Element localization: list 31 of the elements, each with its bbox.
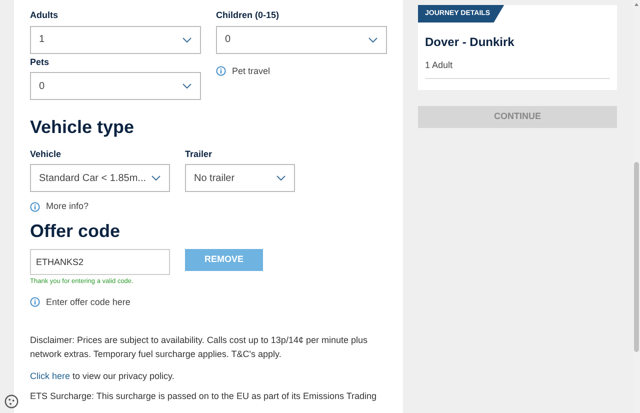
privacy-text: Click here to view our privacy policy. bbox=[30, 370, 176, 383]
chevron-icon bbox=[182, 83, 192, 89]
ets-text: ETS Surcharge: This surcharge is passed on to the EU as part of its Emissions Trading bbox=[30, 390, 378, 403]
info-icon bbox=[30, 297, 40, 308]
chevron-icon bbox=[368, 36, 378, 42]
section-heading: Offer code bbox=[30, 221, 122, 243]
cookie-icon[interactable] bbox=[4, 394, 19, 409]
dropdown[interactable]: No trailer bbox=[185, 164, 295, 192]
privacy-link[interactable]: Click here bbox=[30, 370, 70, 381]
dropdown[interactable]: 1 bbox=[30, 26, 201, 54]
info-link[interactable]: Enter offer code here bbox=[30, 296, 130, 310]
dropdown[interactable]: Standard Car < 1.85m... bbox=[30, 164, 170, 192]
offer-code-field[interactable]: ETHANKS2 bbox=[30, 248, 170, 275]
chevron-icon bbox=[276, 175, 286, 182]
disclaimer-text: Disclaimer: Prices are subject to availability. Calls cost up to 13p/14¢ per minute plus network extras. Temporary fuel surcharge applies. T&C's apply. bbox=[30, 334, 368, 361]
chevron-icon bbox=[151, 175, 161, 182]
field-label: Children (0-15) bbox=[216, 9, 280, 22]
info-icon bbox=[216, 66, 226, 76]
dropdown[interactable]: 0 bbox=[216, 26, 387, 54]
info-icon bbox=[30, 202, 40, 212]
field-label: Trailer bbox=[185, 148, 214, 161]
dropdown[interactable]: 0 bbox=[30, 72, 201, 100]
passenger-summary: 1 Adult bbox=[425, 58, 453, 72]
info-link[interactable]: Pet travel bbox=[216, 64, 270, 78]
field-label: Vehicle bbox=[30, 148, 62, 161]
field-label: Pets bbox=[30, 56, 50, 68]
info-link[interactable]: More info? bbox=[30, 200, 89, 214]
section-heading: Vehicle type bbox=[30, 117, 136, 139]
field-label: Adults bbox=[30, 9, 59, 22]
chevron-icon bbox=[182, 36, 192, 42]
route-title: Dover - Dunkirk bbox=[425, 34, 514, 50]
